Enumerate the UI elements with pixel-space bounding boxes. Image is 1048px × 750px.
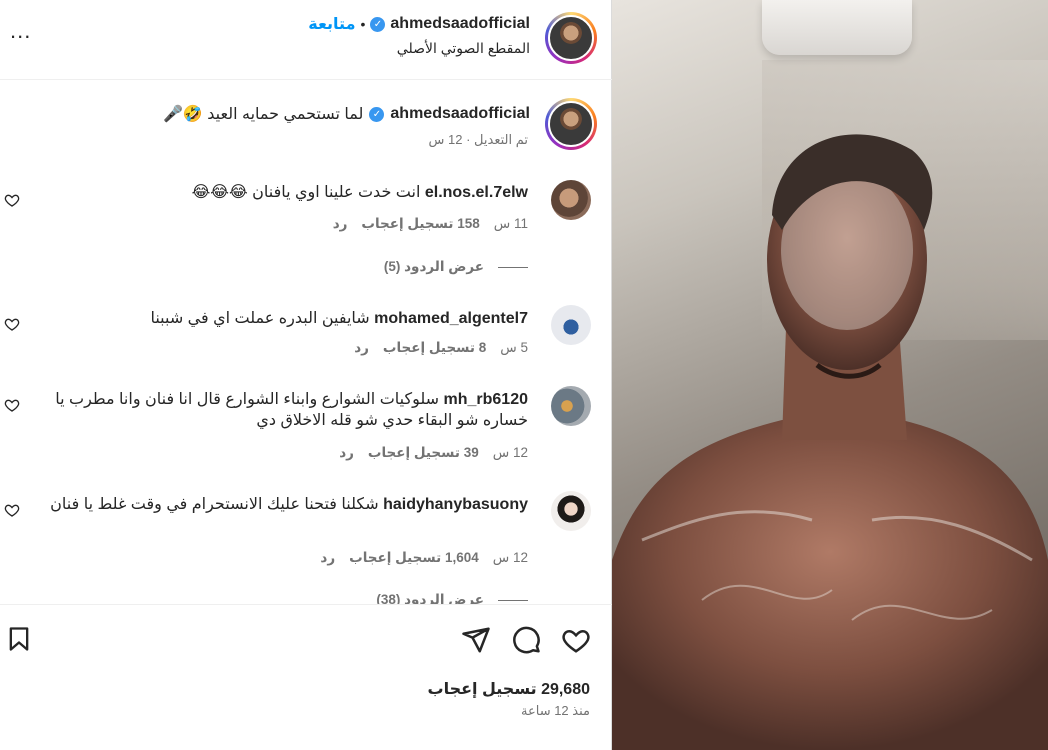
comment-likes[interactable]: 158 تسجيل إعجاب [361,216,479,232]
comment-time: 11 س [493,216,528,231]
commenter-username[interactable]: el.nos.el.7elw [425,184,528,201]
comment-text-block: mh_rb6120 سلوكيات الشوارع وابناء الشوارع… [48,389,528,431]
comment-text-block: mohamed_algentel7 شايفين البدره عملت اي … [48,308,528,329]
caption-meta: تم التعديل · 12 س [428,132,528,147]
view-replies-button[interactable]: عرض الردود (5) [384,259,528,275]
comment-likes[interactable]: 1,604 تسجيل إعجاب [349,550,479,566]
reply-button[interactable]: رد [320,550,335,566]
share-icon[interactable] [461,625,491,655]
post-header: ... متابعة • ✓ ahmedsaadofficial المقطع … [0,0,612,80]
view-replies-label: عرض الردود (38) [376,592,484,604]
comment-time: 12 س [492,550,528,565]
commenter-username[interactable]: mh_rb6120 [444,391,529,408]
heart-icon[interactable] [4,502,20,518]
comment-likes[interactable]: 8 تسجيل إعجاب [383,340,486,356]
heart-icon[interactable] [4,397,20,413]
caption-text: لما تستحمي حمايه العيد 🤣🎤 [162,106,364,123]
comment-text-block: haidyhanybasuony شكلنا فتحنا عليك الانست… [48,494,528,515]
commenter-username[interactable]: haidyhanybasuony [383,496,528,513]
commenter-avatar[interactable] [551,180,591,220]
caption-avatar[interactable] [545,98,597,150]
comment-text-block: el.nos.el.7elw انت خدت علينا اوي يافنان … [48,182,528,203]
comment-time: 12 س [492,445,528,460]
comment-meta: 5 س 8 تسجيل إعجاب رد [354,340,528,356]
replies-line [498,266,528,268]
comments-scroll-area[interactable]: لما تستحمي حمايه العيد 🤣🎤 ✓ ahmedsaadoff… [0,80,612,604]
comment-likes[interactable]: 39 تسجيل إعجاب [368,445,479,461]
post-panel: ... متابعة • ✓ ahmedsaadofficial المقطع … [0,0,612,750]
commenter-avatar[interactable] [551,491,591,531]
caption-username[interactable]: ahmedsaadofficial [390,105,530,123]
verified-badge-icon: ✓ [370,16,386,32]
header-username[interactable]: ahmedsaadofficial [390,15,530,33]
commenter-avatar[interactable] [551,305,591,345]
commenter-username[interactable]: mohamed_algentel7 [374,310,528,327]
caption-line: لما تستحمي حمايه العيد 🤣🎤 ✓ ahmedsaadoff… [163,104,530,124]
comment-meta: 12 س 1,604 تسجيل إعجاب رد [320,550,528,566]
view-replies-button[interactable]: عرض الردود (38) [376,592,528,604]
verified-badge-icon: ✓ [369,106,385,122]
comment-icon[interactable] [511,625,541,655]
more-options-button[interactable]: ... [10,20,36,44]
heart-icon[interactable] [4,192,20,208]
post-time: منذ 12 ساعة [521,703,590,718]
comment-meta: 11 س 158 تسجيل إعجاب رد [333,216,528,232]
post-actions: 29,680 تسجيل إعجاب منذ 12 ساعة [0,604,612,750]
comment-meta: 12 س 39 تسجيل إعجاب رد [339,445,528,461]
comment-text: شكلنا فتحنا عليك الانستحرام في وقت غلط ي… [50,496,379,513]
heart-icon[interactable] [4,316,20,332]
audio-label[interactable]: المقطع الصوتي الأصلي [397,40,530,57]
post-media[interactable] [612,0,1048,750]
person-image [612,134,1048,750]
header-avatar[interactable] [545,12,597,64]
replies-line [498,599,528,601]
reply-button[interactable]: رد [354,340,369,356]
follow-button[interactable]: متابعة [308,14,355,34]
commenter-avatar[interactable] [551,386,591,426]
reply-button[interactable]: رد [333,216,348,232]
bookmark-icon[interactable] [5,625,33,653]
comment-text: شايفين البدره عملت اي في شببنا [150,310,370,327]
comment-time: 5 س [500,340,528,355]
comment-text: انت خدت علينا اوي يافنان 😂😂😂 [191,184,421,201]
heart-icon[interactable] [561,625,591,655]
header-title-row: متابعة • ✓ ahmedsaadofficial [308,14,530,34]
view-replies-label: عرض الردود (5) [383,259,484,274]
likes-count[interactable]: 29,680 تسجيل إعجاب [428,679,591,699]
separator-dot: • [360,16,366,32]
reply-button[interactable]: رد [339,445,354,461]
